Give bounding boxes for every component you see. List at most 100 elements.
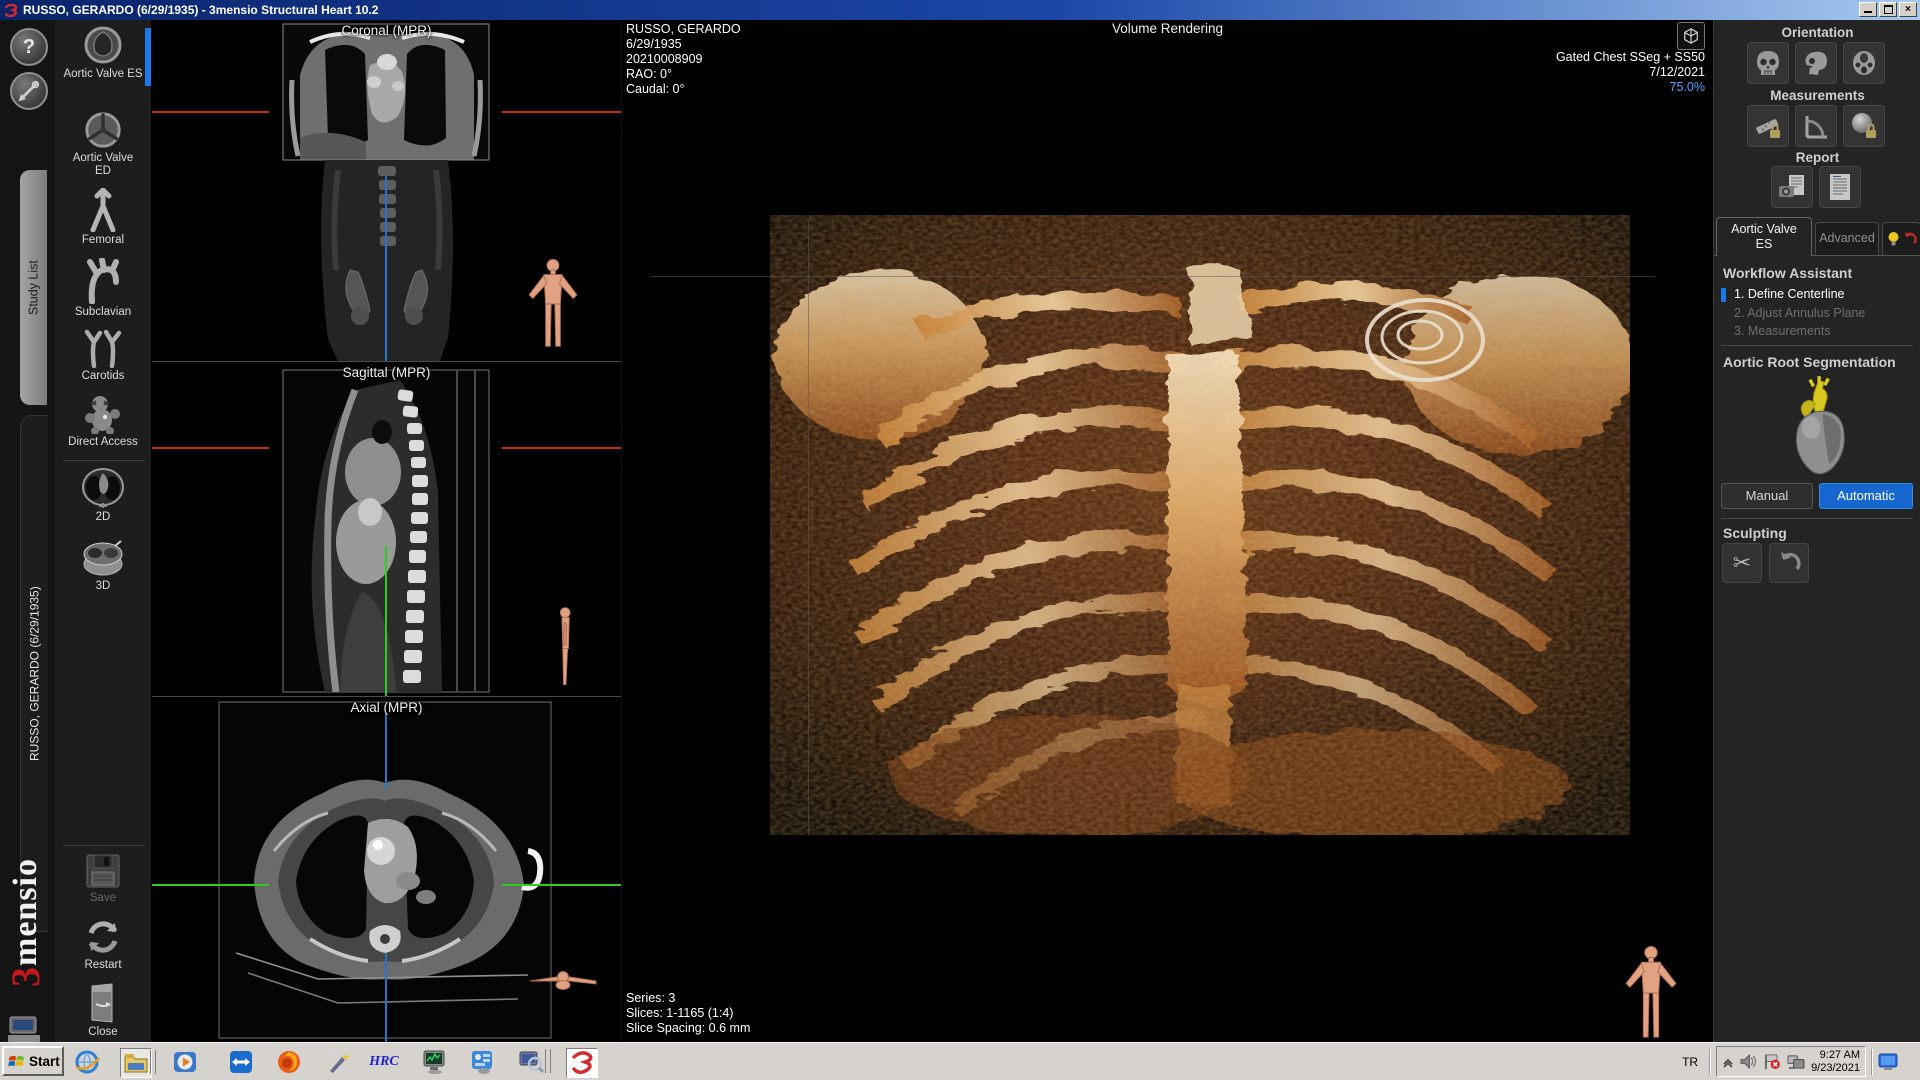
minimize-button[interactable]	[1859, 2, 1877, 17]
workflow-step-1[interactable]: 1. Define Centerline	[1734, 287, 1844, 301]
tray-date: 9/23/2021	[1811, 1062, 1860, 1075]
taskbar-internet-explorer[interactable]	[72, 1048, 102, 1076]
app-logo-icon	[3, 3, 19, 17]
sagittal-title: Sagittal (MPR)	[152, 365, 621, 380]
sagittal-crosshair-red-right[interactable]	[502, 447, 621, 449]
scan-overlay: Gated Chest SSeg + SS50 7/12/2021 75.0%	[1556, 50, 1705, 95]
sagittal-crosshair-red-left[interactable]	[152, 447, 269, 449]
report-header: Report	[1714, 150, 1920, 165]
report-document-button[interactable]	[1819, 166, 1861, 208]
close-button[interactable]: Close	[55, 982, 151, 1039]
tool-2d[interactable]: 2D	[55, 467, 151, 524]
tool-aortic-valve-es[interactable]: Aortic Valve ES	[55, 24, 151, 81]
tool-3d[interactable]: 3D	[55, 538, 151, 593]
series-overlay: Series: 3 Slices: 1-1165 (1:4) Slice Spa…	[626, 991, 750, 1036]
sculpting-header: Sculpting	[1714, 525, 1787, 541]
segmentation-header: Aortic Root Segmentation	[1714, 354, 1896, 370]
language-indicator[interactable]: TR	[1682, 1055, 1698, 1069]
tool-femoral[interactable]: Femoral	[55, 188, 151, 247]
orientation-top-button[interactable]	[1843, 42, 1885, 84]
measurements-header: Measurements	[1714, 88, 1920, 103]
undo-workflow-icon[interactable]	[1902, 232, 1917, 247]
network-icon[interactable]	[1787, 1054, 1805, 1069]
taskbar-3mensio-active[interactable]	[566, 1048, 598, 1078]
sagittal-crosshair-green[interactable]	[385, 546, 387, 696]
taskbar-hrc-app[interactable]: HRC	[366, 1048, 402, 1076]
show-desktop-icon[interactable]	[1878, 1053, 1900, 1071]
undo-sculpt-icon	[1777, 551, 1801, 575]
monitor-graph-icon	[422, 1049, 448, 1075]
coronal-crosshair-blue[interactable]	[385, 176, 387, 361]
coronal-viewport[interactable]: Coronal (MPR)	[152, 20, 621, 362]
restore-button[interactable]	[1879, 2, 1897, 17]
orientation-front-button[interactable]	[1747, 42, 1789, 84]
patient-overlay: RUSSO, GERARDO 6/29/1935 20210008909 RAO…	[626, 22, 741, 97]
taskbar-teamviewer[interactable]	[226, 1048, 256, 1076]
workflow-step-3[interactable]: 3. Measurements	[1734, 324, 1831, 338]
taskbar-file-explorer[interactable]	[120, 1048, 152, 1078]
vr-opacity-value: 75.0%	[1556, 80, 1705, 95]
taskbar-control-panel[interactable]	[468, 1048, 498, 1076]
tool-direct-access[interactable]: Direct Access	[55, 392, 151, 449]
tray-expand-chevron-icon[interactable]	[1722, 1056, 1734, 1068]
tool-carotids[interactable]: Carotids	[55, 328, 151, 383]
3d-icon	[81, 538, 125, 578]
action-center-flag-icon[interactable]	[1763, 1054, 1781, 1070]
tab-aortic-valve-es[interactable]: Aortic Valve ES	[1716, 217, 1812, 256]
volume-icon[interactable]	[1740, 1054, 1757, 1069]
sculpt-undo-button[interactable]	[1769, 543, 1809, 583]
study-list-tab[interactable]: Study List	[20, 170, 47, 405]
close-window-button[interactable]: ×	[1899, 2, 1917, 17]
hrc-logo: HRC	[369, 1054, 399, 1070]
manual-button[interactable]: Manual	[1721, 483, 1813, 509]
workflow-step-2[interactable]: 2. Adjust Annulus Plane	[1734, 306, 1865, 320]
orientation-cube-button[interactable]	[1677, 22, 1705, 50]
measure-volume-button[interactable]	[1843, 105, 1885, 147]
taskbar-system-monitor[interactable]	[420, 1048, 450, 1076]
axial-crosshair-blue-top[interactable]	[385, 713, 387, 789]
tool-aortic-valve-ed[interactable]: Aortic Valve ED	[55, 110, 151, 178]
sagittal-viewport[interactable]: Sagittal (MPR)	[152, 362, 621, 697]
title-bar[interactable]: RUSSO, GERARDO (6/29/1935) - 3mensio Str…	[0, 0, 1920, 20]
hint-lightbulb-icon[interactable]	[1887, 231, 1900, 247]
brand-mensio: mensio	[7, 858, 44, 966]
right-panel: Orientation Measurements Report	[1713, 20, 1920, 1042]
save-icon	[84, 852, 122, 890]
restart-button[interactable]: Restart	[55, 917, 151, 972]
orientation-side-button[interactable]	[1795, 42, 1837, 84]
windows-logo-icon	[8, 1053, 26, 1069]
help-button[interactable]: ?	[10, 28, 48, 66]
automatic-button[interactable]: Automatic	[1819, 483, 1913, 509]
axial-viewport[interactable]: Axial (MPR)	[152, 697, 621, 1042]
axial-crosshair-green-left[interactable]	[152, 884, 269, 886]
control-panel-icon	[470, 1049, 496, 1075]
tab-advanced[interactable]: Advanced	[1815, 222, 1879, 255]
axial-crosshair-blue-bottom[interactable]	[385, 953, 387, 1042]
sculpt-scissors-button[interactable]: ✂	[1722, 543, 1762, 583]
coronal-crosshair-red-right[interactable]	[502, 111, 621, 113]
aortic-valve-ed-icon	[83, 110, 123, 150]
tool-subclavian[interactable]: Subclavian	[55, 258, 151, 319]
tray-clock[interactable]: 9:27 AM 9/23/2021	[1811, 1049, 1860, 1075]
skull-top-icon	[1850, 49, 1878, 77]
taskbar-firefox[interactable]	[274, 1048, 304, 1076]
settings-wrench-button[interactable]	[10, 72, 48, 110]
orientation-header: Orientation	[1714, 25, 1920, 40]
scissors-icon: ✂	[1733, 550, 1751, 576]
save-button[interactable]: Save	[55, 852, 151, 905]
start-button[interactable]: Start	[2, 1046, 64, 1076]
axial-crosshair-green-right[interactable]	[502, 884, 621, 886]
volume-rendering-viewport[interactable]: Volume Rendering RUSSO, GERARDO 6/29/193…	[622, 20, 1713, 1042]
measure-angle-button[interactable]	[1795, 105, 1837, 147]
carotids-icon	[82, 328, 124, 368]
wrench-icon	[18, 80, 40, 102]
restart-icon	[83, 917, 123, 957]
taskbar-media-player[interactable]	[170, 1048, 200, 1076]
snapshot-report-button[interactable]	[1771, 166, 1813, 208]
coronal-crosshair-red-left[interactable]	[152, 111, 269, 113]
axial-title: Axial (MPR)	[152, 700, 621, 715]
volume-title: Volume Rendering	[622, 21, 1713, 36]
taskbar-network-tool[interactable]	[516, 1048, 546, 1076]
taskbar-wizard-app[interactable]	[324, 1048, 354, 1076]
measure-distance-button[interactable]	[1747, 105, 1789, 147]
